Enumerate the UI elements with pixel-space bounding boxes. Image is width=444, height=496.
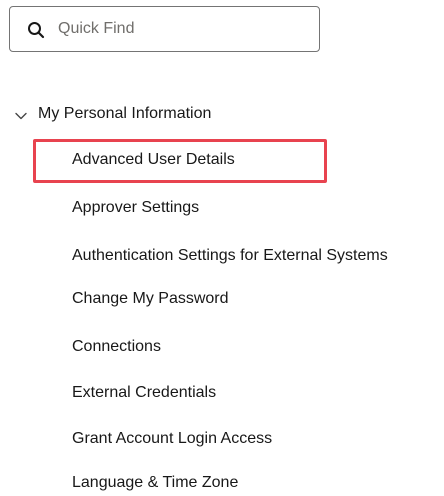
menu-item-approver-settings[interactable]: Approver Settings [72, 195, 199, 221]
menu-item-authentication-settings-external-systems[interactable]: Authentication Settings for External Sys… [72, 243, 388, 269]
menu-item-change-my-password[interactable]: Change My Password [72, 286, 229, 312]
menu-item-grant-account-login-access[interactable]: Grant Account Login Access [72, 426, 272, 452]
section-toggle-my-personal-information[interactable]: My Personal Information [14, 99, 211, 129]
menu-item-language-time-zone[interactable]: Language & Time Zone [72, 470, 238, 496]
quick-find-search[interactable] [9, 6, 320, 52]
chevron-down-icon[interactable] [14, 109, 28, 123]
menu-item-connections[interactable]: Connections [72, 334, 161, 360]
search-icon [28, 22, 45, 39]
section-label: My Personal Information [38, 105, 212, 122]
quick-find-input[interactable] [58, 7, 308, 51]
menu-item-advanced-user-details[interactable]: Advanced User Details [72, 147, 235, 173]
menu-item-external-credentials[interactable]: External Credentials [72, 380, 216, 406]
